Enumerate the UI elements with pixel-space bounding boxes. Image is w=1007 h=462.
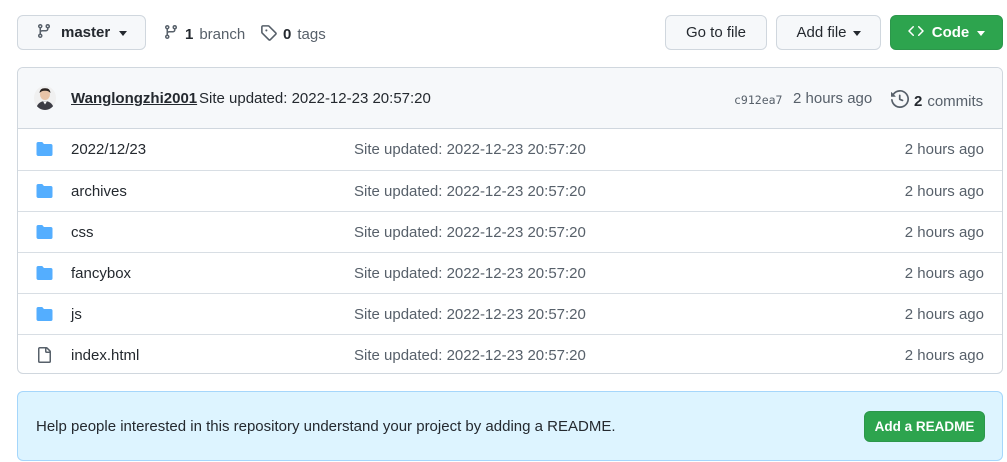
file-name-link[interactable]: archives [71,183,127,200]
file-row[interactable]: archives Site updated: 2022-12-23 20:57:2… [18,170,1002,211]
file-commit-time: 2 hours ago [904,347,984,364]
file-list-box: Wanglongzhi2001 Site updated: 2022-12-23… [17,67,1003,374]
folder-icon [36,224,53,243]
code-button[interactable]: Code [890,15,1003,50]
file-commit-message-link[interactable]: Site updated: 2022-12-23 20:57:20 [354,224,586,241]
latest-commit-bar: Wanglongzhi2001 Site updated: 2022-12-23… [18,68,1002,129]
file-commit-message-link[interactable]: Site updated: 2022-12-23 20:57:20 [354,141,586,158]
tag-icon [260,24,277,45]
commits-word: commits [927,92,984,110]
folder-icon [36,306,53,325]
file-commit-time: 2 hours ago [904,265,984,282]
code-icon [908,23,924,43]
git-branch-icon [36,23,52,43]
chevron-down-icon [119,31,128,36]
avatar[interactable] [34,86,56,110]
add-file-button[interactable]: Add file [776,15,881,50]
file-name-link[interactable]: js [71,306,82,323]
tags-link[interactable]: 0 tags [260,24,326,45]
go-to-file-button[interactable]: Go to file [665,15,767,50]
file-row[interactable]: index.html Site updated: 2022-12-23 20:57… [18,334,1002,373]
file-commit-time: 2 hours ago [904,141,984,158]
folder-icon [36,141,53,160]
tag-word: tags [297,26,326,43]
branch-select-label: master [61,24,111,41]
file-row[interactable]: css Site updated: 2022-12-23 20:57:20 2 ho… [18,211,1002,252]
file-row[interactable]: 2022/12/23 Site updated: 2022-12-23 20:57… [18,129,1002,170]
branch-count: 1 [185,25,194,43]
file-icon [36,347,52,366]
commit-message-link[interactable]: Site updated: 2022-12-23 20:57:20 [199,90,431,107]
commit-sha-link[interactable]: c912ea7 [734,93,782,107]
branch-select-button[interactable]: master [17,15,146,50]
file-commit-message-link[interactable]: Site updated: 2022-12-23 20:57:20 [354,306,586,323]
file-name-link[interactable]: fancybox [71,265,131,282]
chevron-down-icon [977,31,986,36]
file-commit-message-link[interactable]: Site updated: 2022-12-23 20:57:20 [354,265,586,282]
commits-count: 2 [914,92,923,110]
folder-icon [36,183,53,202]
file-commit-message-link[interactable]: Site updated: 2022-12-23 20:57:20 [354,347,586,364]
file-name-link[interactable]: index.html [71,347,139,364]
history-icon [891,89,910,112]
add-file-label: Add file [796,24,847,41]
tag-count: 0 [283,26,292,43]
commits-history-link[interactable]: 2 commits [891,89,984,112]
file-rows: 2022/12/23 Site updated: 2022-12-23 20:57… [18,129,1002,373]
file-commit-time: 2 hours ago [904,306,984,323]
readme-banner-text: Help people interested in this repositor… [36,418,616,435]
add-readme-button[interactable]: Add a README [864,411,985,442]
commit-time: 2 hours ago [793,90,873,107]
branch-word: branch [199,25,246,43]
commit-author-link[interactable]: Wanglongzhi2001 [71,90,197,107]
branches-link[interactable]: 1 branch [163,24,245,44]
file-commit-message-link[interactable]: Site updated: 2022-12-23 20:57:20 [354,183,586,200]
code-label: Code [931,24,970,41]
file-row[interactable]: js Site updated: 2022-12-23 20:57:20 2 hou… [18,293,1002,334]
readme-banner: Help people interested in this repositor… [17,391,1003,461]
file-name-link[interactable]: css [71,224,94,241]
git-branch-icon [163,24,179,44]
chevron-down-icon [852,31,861,36]
folder-icon [36,265,53,284]
file-commit-time: 2 hours ago [904,224,984,241]
file-row[interactable]: fancybox Site updated: 2022-12-23 20:57:2… [18,252,1002,293]
repo-toolbar: master 1 branch 0 tags Go to file Add fi… [0,0,1007,60]
file-commit-time: 2 hours ago [904,183,984,200]
file-name-link[interactable]: 2022/12/23 [71,141,146,158]
